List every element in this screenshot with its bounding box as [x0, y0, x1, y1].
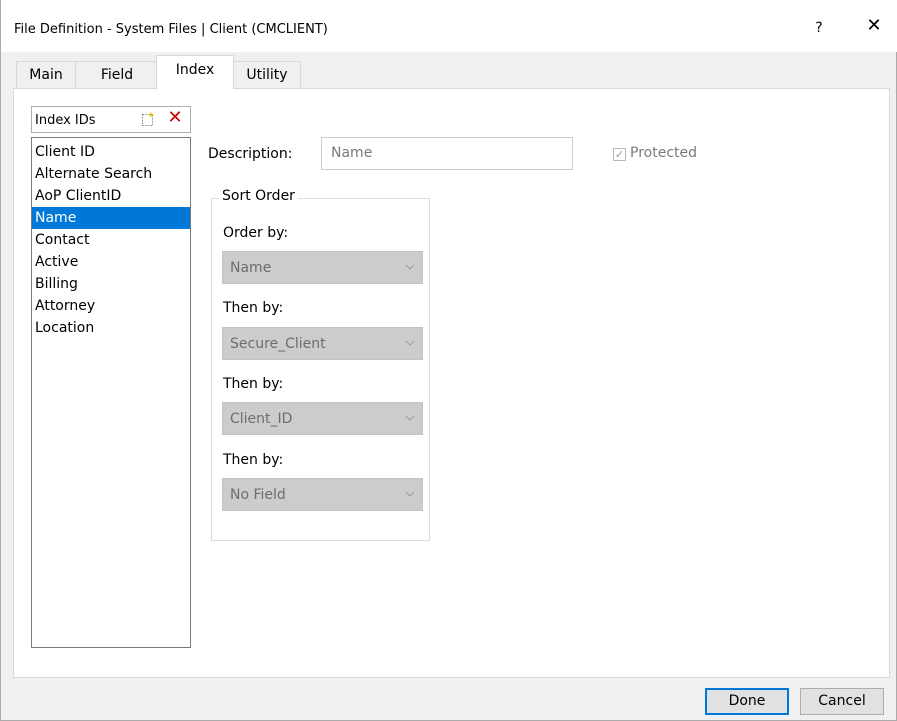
delete-x-icon[interactable]: ✕	[165, 107, 185, 129]
chevron-down-icon	[405, 340, 415, 346]
index-ids-header: Index IDs ✕	[31, 106, 191, 133]
then-by-select-2[interactable]: Client_ID	[222, 402, 423, 435]
then-by-select-1[interactable]: Secure_Client	[222, 327, 423, 360]
close-button[interactable]: ✕	[859, 14, 889, 38]
index-ids-label: Index IDs	[35, 113, 96, 128]
description-input[interactable]: Name	[321, 137, 573, 170]
list-item[interactable]: Client ID	[32, 141, 190, 163]
select-value: Secure_Client	[230, 336, 326, 352]
protected-label: Protected	[630, 145, 697, 161]
order-by-label: Order by:	[223, 225, 289, 241]
list-item-selected[interactable]: Name	[32, 207, 190, 229]
tab-label: Main	[29, 67, 63, 83]
tab-utility[interactable]: Utility	[233, 61, 301, 88]
tab-label: Index	[175, 62, 215, 78]
select-value: No Field	[230, 487, 286, 503]
tab-label: Field	[100, 67, 134, 83]
protected-checkbox: ✓ Protected	[613, 145, 697, 161]
help-button[interactable]: ?	[809, 18, 829, 38]
tab-index[interactable]: Index	[156, 55, 234, 89]
chevron-down-icon	[405, 491, 415, 497]
chevron-down-icon	[405, 264, 415, 270]
list-item[interactable]: Billing	[32, 273, 190, 295]
tab-label: Utility	[246, 67, 288, 83]
index-ids-list: Client ID Alternate Search AoP ClientID …	[31, 137, 191, 648]
list-item[interactable]: AoP ClientID	[32, 185, 190, 207]
done-button[interactable]: Done	[705, 688, 789, 715]
then-by-label-2: Then by:	[223, 376, 284, 392]
title-bar: File Definition - System Files | Client …	[1, 0, 897, 52]
tab-main[interactable]: Main	[16, 61, 76, 88]
sort-order-legend: Sort Order	[219, 188, 298, 204]
cancel-button[interactable]: Cancel	[800, 688, 884, 715]
list-item[interactable]: Active	[32, 251, 190, 273]
select-value: Name	[230, 260, 272, 276]
close-icon: ✕	[866, 15, 882, 36]
tab-field[interactable]: Field	[75, 61, 159, 88]
description-label: Description:	[208, 146, 293, 162]
then-by-label-1: Then by:	[223, 300, 284, 316]
then-by-label-3: Then by:	[223, 452, 284, 468]
list-item[interactable]: Attorney	[32, 295, 190, 317]
order-by-select[interactable]: Name	[222, 251, 423, 284]
list-item[interactable]: Location	[32, 317, 190, 339]
chevron-down-icon	[405, 415, 415, 421]
then-by-select-3[interactable]: No Field	[222, 478, 423, 511]
new-item-icon[interactable]	[140, 111, 156, 127]
list-item[interactable]: Contact	[32, 229, 190, 251]
window-title: File Definition - System Files | Client …	[14, 22, 328, 37]
list-item[interactable]: Alternate Search	[32, 163, 190, 185]
dialog-window: File Definition - System Files | Client …	[0, 0, 897, 721]
checkbox-icon: ✓	[613, 148, 626, 161]
select-value: Client_ID	[230, 411, 293, 427]
